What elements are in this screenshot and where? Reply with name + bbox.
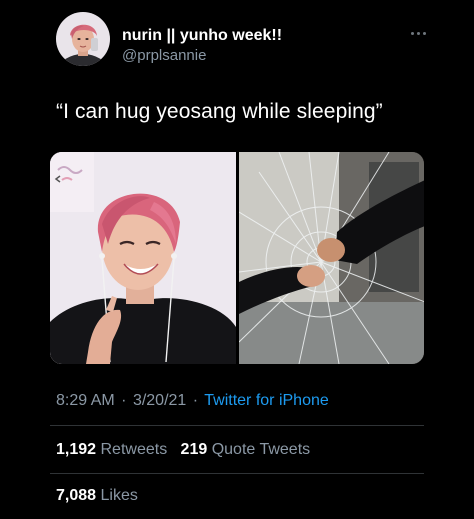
tweet-time[interactable]: 8:29 AM — [56, 392, 115, 409]
retweets-stat[interactable]: 1,192 Retweets — [56, 441, 172, 458]
tweet-header: nurin || yunho week!! @prplsannie — [56, 12, 426, 72]
meta-separator: · — [192, 392, 199, 409]
engagement-stats: 1,192 Retweets 219 Quote Tweets — [56, 439, 310, 461]
likes-stat[interactable]: 7,088 Likes — [56, 487, 138, 504]
divider — [50, 473, 424, 474]
quote-tweets-stat[interactable]: 219 Quote Tweets — [181, 441, 311, 458]
tweet-text: “I can hug yeosang while sleeping” — [56, 100, 383, 123]
username-handle[interactable]: @prplsannie — [122, 46, 282, 66]
media-photo-right[interactable] — [238, 152, 424, 364]
avatar[interactable] — [56, 12, 110, 66]
likes-count: 7,088 — [56, 487, 97, 504]
author-info[interactable]: nurin || yunho week!! @prplsannie — [122, 26, 282, 66]
photo-broken-glass — [238, 152, 424, 364]
likes-label: Likes — [100, 487, 138, 504]
photo-person-smiling — [50, 152, 236, 364]
media-photo-left[interactable] — [50, 152, 236, 364]
quote-tweets-label: Quote Tweets — [211, 441, 311, 458]
display-name[interactable]: nurin || yunho week!! — [122, 26, 282, 46]
avatar-image — [56, 12, 110, 66]
quote-tweets-count: 219 — [180, 441, 208, 458]
retweets-count: 1,192 — [56, 441, 97, 458]
more-options-icon[interactable] — [402, 26, 426, 40]
tweet-source-link[interactable]: Twitter for iPhone — [204, 392, 329, 409]
tweet-date[interactable]: 3/20/21 — [133, 392, 186, 409]
meta-separator: · — [121, 392, 127, 409]
divider — [50, 425, 424, 426]
tweet-meta: 8:29 AM · 3/20/21 · Twitter for iPhone — [56, 390, 329, 412]
retweets-label: Retweets — [100, 441, 168, 458]
tweet-media[interactable] — [50, 152, 424, 364]
likes-stats: 7,088 Likes — [56, 485, 138, 507]
